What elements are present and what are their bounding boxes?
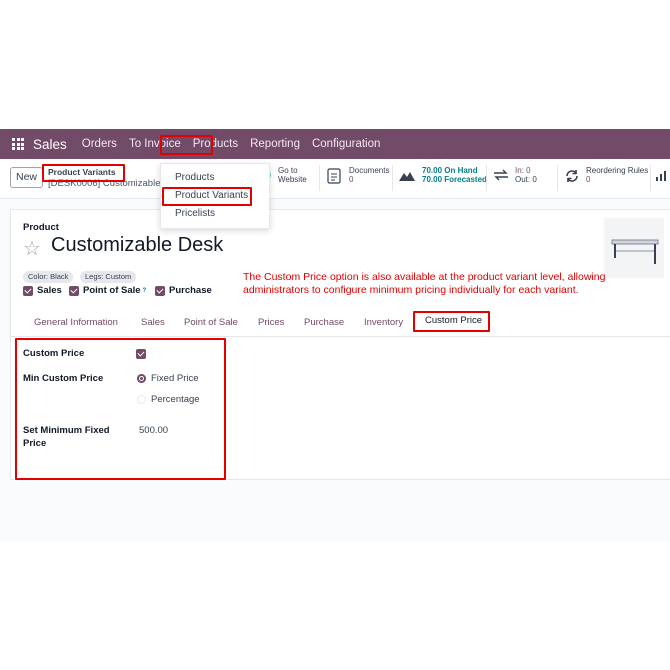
menu-orders[interactable]: Orders	[82, 138, 117, 150]
products-dropdown-menu: Products Product Variants Pricelists	[160, 163, 270, 229]
product-form-sheet: Product ☆ Customizable Desk Color: Black…	[10, 209, 670, 480]
on-hand-smart-button[interactable]: 70.00 On Hand 70.00 Forecasted	[398, 166, 487, 192]
tab-prices[interactable]: Prices	[258, 317, 284, 328]
more-stats-button[interactable]	[655, 166, 670, 192]
radio-unselected-icon	[137, 395, 146, 404]
new-button[interactable]: New	[10, 167, 43, 188]
checkbox-point-of-sale[interactable]: Point of Sale?	[69, 285, 146, 296]
menu-to-invoice[interactable]: To Invoice	[129, 138, 181, 150]
tab-general-information[interactable]: General Information	[34, 317, 118, 328]
app-name[interactable]: Sales	[33, 137, 67, 152]
record-type-label: Product	[23, 222, 59, 233]
in-out-smart-button[interactable]: In: 0 Out: 0	[493, 166, 537, 192]
radio-percentage[interactable]: Percentage	[137, 394, 200, 405]
checkbox-purchase[interactable]: Purchase	[155, 285, 212, 296]
dropdown-item-products[interactable]: Products	[161, 170, 269, 186]
custom-price-checkbox[interactable]	[136, 349, 146, 359]
website-smart-button[interactable]: Go to Website	[268, 166, 307, 192]
documents-label: Documents	[349, 166, 390, 175]
warehouse-icon	[398, 168, 416, 184]
checkbox-checked-icon	[69, 285, 79, 296]
tab-custom-price[interactable]: Custom Price	[417, 312, 491, 332]
radio-fixed-price-label: Fixed Price	[151, 373, 199, 384]
bar-chart-icon	[655, 168, 670, 184]
tab-point-of-sale[interactable]: Point of Sale	[184, 317, 238, 328]
min-fixed-price-input[interactable]: 500.00	[139, 425, 168, 436]
on-hand-value: 70.00 On Hand	[422, 166, 478, 175]
attribute-tag-color: Color: Black	[23, 271, 74, 283]
website-line1: Go to	[278, 166, 298, 175]
menu-reporting[interactable]: Reporting	[250, 138, 300, 150]
smart-separator	[486, 165, 487, 191]
min-fixed-price-label: Set Minimum Fixed Price	[23, 425, 110, 449]
dropdown-item-pricelists[interactable]: Pricelists	[161, 206, 269, 222]
reordering-smart-button[interactable]: Reordering Rules 0	[564, 166, 648, 192]
control-panel: New Product Variants [DESK0006] Customiz…	[0, 159, 670, 199]
attribute-tag-legs: Legs: Custom	[80, 271, 137, 283]
checkbox-checked-icon	[23, 285, 33, 296]
menu-configuration[interactable]: Configuration	[312, 138, 380, 150]
tab-sales[interactable]: Sales	[141, 317, 165, 328]
documents-smart-button[interactable]: Documents 0	[327, 166, 389, 192]
checkbox-sales[interactable]: Sales	[23, 285, 62, 296]
tab-inventory[interactable]: Inventory	[364, 317, 403, 328]
out-count: Out: 0	[515, 175, 537, 184]
breadcrumb-record: [DESK0006] Customizable Desk	[48, 178, 160, 189]
in-count: In: 0	[515, 166, 531, 175]
checkbox-pos-label: Point of Sale	[83, 285, 141, 296]
annotation-note: The Custom Price option is also availabl…	[243, 271, 606, 296]
dropdown-item-product-variants[interactable]: Product Variants	[161, 188, 269, 204]
help-tooltip-icon[interactable]: ?	[143, 288, 147, 294]
refresh-icon	[564, 168, 580, 184]
form-tabs: General Information Sales Point of Sale …	[11, 310, 670, 337]
checkbox-sales-label: Sales	[37, 285, 62, 296]
app-screenshot: Sales Orders To Invoice Products Reporti…	[0, 129, 670, 541]
product-title[interactable]: Customizable Desk	[51, 234, 223, 257]
radio-selected-icon	[137, 374, 146, 383]
forecasted-value: 70.00 Forecasted	[422, 175, 487, 184]
documents-count: 0	[349, 175, 354, 184]
breadcrumb-parent[interactable]: Product Variants	[48, 167, 116, 177]
tab-purchase[interactable]: Purchase	[304, 317, 344, 328]
reordering-count: 0	[586, 175, 591, 184]
apps-grid-icon[interactable]	[12, 138, 24, 150]
document-icon	[327, 168, 343, 184]
menu-products[interactable]: Products	[193, 138, 238, 150]
website-line2: Website	[278, 175, 307, 184]
exchange-arrows-icon	[493, 168, 509, 184]
product-image[interactable]	[604, 218, 664, 278]
smart-separator	[392, 165, 393, 191]
desk-image-icon	[611, 239, 659, 264]
reordering-label: Reordering Rules	[586, 166, 649, 175]
smart-separator	[557, 165, 558, 191]
checkbox-checked-icon	[155, 285, 165, 296]
top-navbar: Sales Orders To Invoice Products Reporti…	[0, 129, 670, 159]
favorite-star-icon[interactable]: ☆	[23, 236, 41, 261]
smart-separator	[319, 165, 320, 191]
radio-percentage-label: Percentage	[151, 394, 200, 405]
custom-price-label: Custom Price	[23, 348, 85, 359]
radio-fixed-price[interactable]: Fixed Price	[137, 373, 199, 384]
min-custom-price-label: Min Custom Price	[23, 373, 104, 384]
smart-separator	[650, 165, 651, 191]
checkbox-purchase-label: Purchase	[169, 285, 212, 296]
